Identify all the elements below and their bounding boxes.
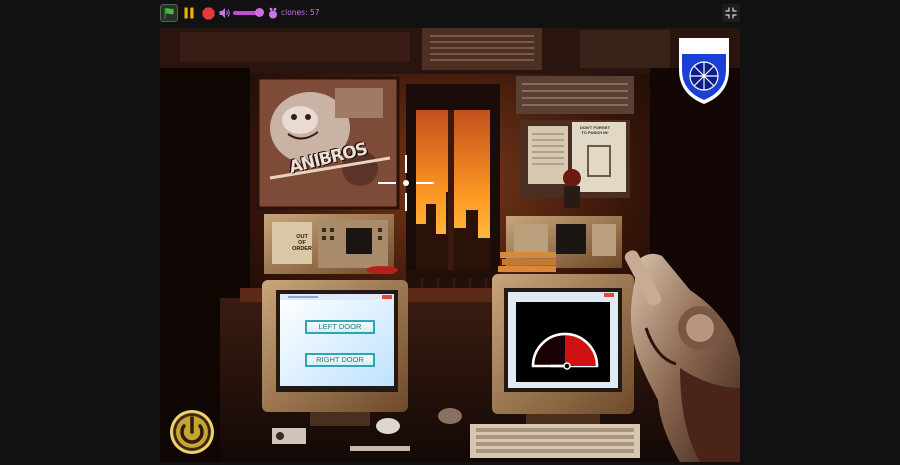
crosshair-icon — [378, 155, 434, 211]
volume-slider-handle[interactable] — [255, 8, 264, 17]
game-stage[interactable]: ANIBROS OUT OF ORDER DON'T FORGET TO PUN… — [160, 28, 740, 462]
stop-icon — [202, 7, 214, 19]
gauge-icon — [531, 332, 599, 370]
left-door-button[interactable]: LEFT DOOR — [305, 320, 375, 334]
green-flag-icon — [164, 8, 174, 19]
pause-icon — [184, 7, 194, 19]
power-indicator: POWER — [676, 36, 732, 106]
player-toolbar: clones: 57 — [0, 0, 900, 26]
green-flag-button[interactable] — [160, 4, 178, 22]
fullscreen-exit-icon — [725, 7, 737, 19]
fullscreen-exit-button[interactable] — [722, 4, 740, 22]
power-button-icon[interactable] — [168, 408, 216, 456]
out-of-order-sign: OUT OF ORDER — [292, 234, 312, 252]
clone-counter: clones: 57 — [281, 8, 320, 17]
clone-icon — [269, 7, 277, 19]
pause-button[interactable] — [180, 4, 198, 22]
punch-in-poster: DON'T FORGET TO PUNCH IN! — [579, 125, 611, 135]
office-scene — [160, 28, 740, 462]
volume-icon[interactable] — [219, 7, 231, 19]
stop-button[interactable] — [199, 4, 217, 22]
power-label: POWER — [678, 39, 730, 54]
right-door-button[interactable]: RIGHT DOOR — [305, 353, 375, 367]
